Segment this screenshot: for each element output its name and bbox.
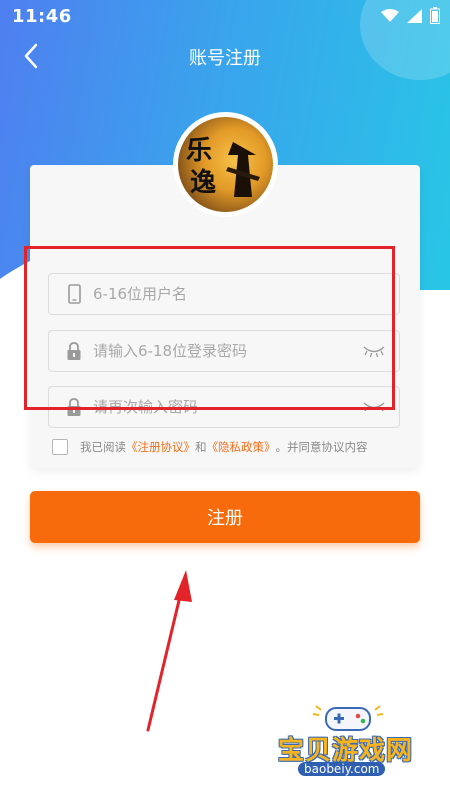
username-field[interactable] bbox=[48, 273, 400, 315]
page-title: 账号注册 bbox=[189, 48, 261, 69]
privacy-link[interactable]: 《隐私政策》 bbox=[207, 439, 276, 455]
nav-bar: 账号注册 bbox=[0, 36, 450, 76]
terms-link[interactable]: 《注册协议》 bbox=[126, 439, 195, 455]
eye-closed-icon[interactable] bbox=[363, 344, 385, 358]
phone-icon bbox=[68, 284, 81, 304]
agreement-and: 和 bbox=[195, 440, 207, 454]
agree-checkbox[interactable] bbox=[52, 439, 68, 455]
logo-text-2: 逸 bbox=[190, 168, 216, 198]
logo-text-1: 乐 bbox=[186, 136, 212, 166]
register-button[interactable]: 注册 bbox=[30, 491, 420, 543]
app-logo-avatar: 乐 逸 bbox=[173, 112, 278, 217]
status-bar: 11:46 bbox=[0, 0, 450, 32]
logo-figure: 乐 逸 bbox=[186, 136, 260, 198]
watermark-url: baobeiy.com bbox=[298, 762, 386, 776]
eye-closed-icon[interactable] bbox=[363, 400, 385, 414]
password-field[interactable] bbox=[48, 330, 400, 372]
status-time: 11:46 bbox=[12, 6, 72, 27]
site-watermark: 宝贝游戏网 baobeiy.com bbox=[270, 700, 430, 790]
status-icons bbox=[381, 7, 440, 24]
lock-icon bbox=[67, 342, 81, 360]
lock-icon bbox=[67, 398, 81, 416]
app-logo-image: 乐 逸 bbox=[178, 117, 273, 212]
battery-icon bbox=[430, 7, 440, 24]
username-input[interactable] bbox=[93, 274, 383, 314]
agreement-suffix: 。并同意协议内容 bbox=[275, 440, 368, 454]
signal-icon bbox=[407, 8, 422, 23]
wifi-icon bbox=[381, 8, 399, 22]
password-input[interactable] bbox=[93, 331, 383, 371]
confirm-password-input[interactable] bbox=[93, 387, 383, 427]
confirm-password-field[interactable] bbox=[48, 386, 400, 428]
agreement-prefix: 我已阅读 bbox=[80, 440, 126, 454]
agreement-row: 我已阅读 《注册协议》 和 《隐私政策》 。并同意协议内容 bbox=[52, 437, 368, 457]
gamepad-icon bbox=[312, 705, 384, 731]
